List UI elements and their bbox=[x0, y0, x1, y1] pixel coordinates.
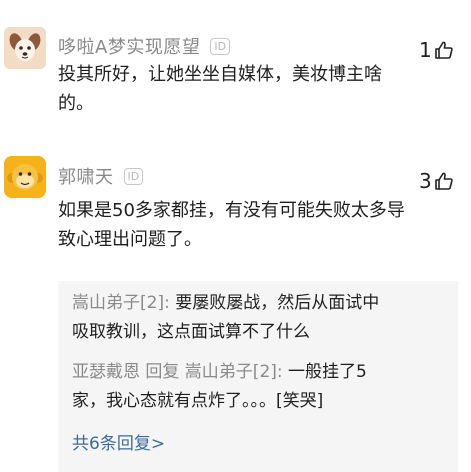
dog-avatar-icon[interactable] bbox=[4, 27, 46, 69]
comment-text-line: 致心理出问题了。 bbox=[58, 229, 202, 250]
id-badge: ID bbox=[210, 37, 231, 55]
reply-thread: 嵩山弟子[2]: 要屡败屡战，然后从面试中 吸取教训，这点面试算不了什么 亚瑟戴… bbox=[58, 281, 458, 472]
reply-text: 要屡败屡战，然后从面试中 bbox=[169, 293, 380, 313]
reply-text: 一般挂了5 bbox=[282, 362, 367, 382]
reply-item[interactable]: 嵩山弟子[2]: 要屡败屡战，然后从面试中 bbox=[72, 289, 379, 318]
reply-item[interactable]: 亚瑟戴恩 回复 嵩山弟子[2]: 一般挂了5 bbox=[72, 358, 367, 387]
comment-section: 哆啦A梦实现愿望 ID 1 投其所好，让她坐坐自媒体，美妆博主啥 的。 郭啸天 … bbox=[0, 0, 471, 472]
comment-text-line: 的。 bbox=[58, 93, 94, 114]
like-count: 3 bbox=[419, 169, 432, 193]
comment-text-line: 投其所好，让她坐坐自媒体，美妆博主啥 bbox=[58, 64, 382, 85]
monkey-avatar-icon[interactable] bbox=[4, 156, 46, 198]
thumbs-up-icon bbox=[434, 41, 453, 59]
comment-header: 哆啦A梦实现愿望 ID bbox=[58, 33, 231, 59]
comment-username[interactable]: 哆啦A梦实现愿望 bbox=[58, 33, 200, 59]
like-button[interactable]: 3 bbox=[419, 169, 454, 193]
reply-text-continued: 吸取教训，这点面试算不了什么 bbox=[72, 322, 310, 342]
reply-author[interactable]: 亚瑟戴恩 回复 嵩山弟子[2]: bbox=[72, 362, 283, 382]
comment-body: 如果是50多家都挂，有没有可能失败太多导 致心理出问题了。 bbox=[58, 196, 405, 254]
like-count: 1 bbox=[419, 38, 432, 62]
like-button[interactable]: 1 bbox=[419, 38, 454, 62]
id-badge: ID bbox=[123, 167, 144, 185]
comment-body: 投其所好，让她坐坐自媒体，美妆博主啥 的。 bbox=[58, 60, 382, 118]
comment-text-line: 如果是50多家都挂，有没有可能失败太多导 bbox=[58, 200, 405, 221]
comment-username[interactable]: 郭啸天 bbox=[58, 163, 114, 189]
view-more-replies-link[interactable]: 共6条回复> bbox=[72, 429, 165, 454]
comment-header: 郭啸天 ID bbox=[58, 163, 144, 189]
reply-text-continued: 家，我心态就有点炸了。。。[笑哭] bbox=[72, 391, 324, 411]
thumbs-up-icon bbox=[434, 172, 453, 190]
reply-author[interactable]: 嵩山弟子[2]: bbox=[72, 293, 170, 313]
